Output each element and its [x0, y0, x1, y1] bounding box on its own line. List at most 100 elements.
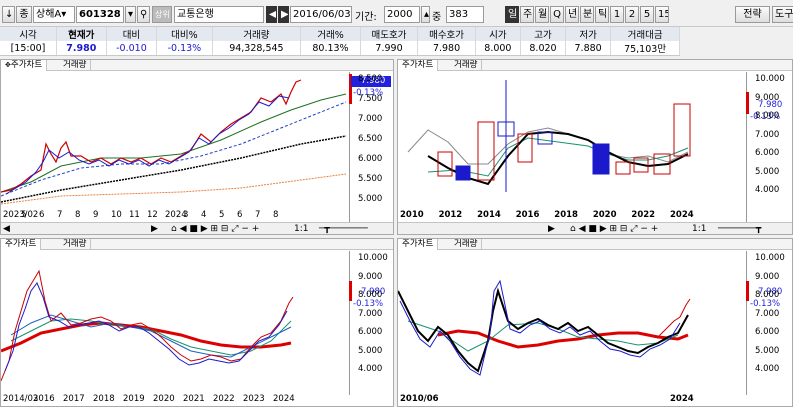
tab-price-chart[interactable]: ✥주가차트: [1, 60, 48, 71]
tab-volume[interactable]: 거래량: [59, 239, 92, 250]
date-value: 2016/06/03: [293, 9, 351, 20]
quote-value-cell: 75,103만: [610, 41, 680, 56]
timeframe-button[interactable]: 주: [520, 6, 534, 23]
tab-price-chart[interactable]: 주가차트: [1, 239, 42, 250]
zoom-ratio: 1:1: [692, 224, 707, 234]
scroll-right-icon[interactable]: ▶: [151, 223, 158, 234]
x-tick-label: 8: [273, 210, 279, 220]
y-tick-label: 10.000: [358, 253, 388, 263]
y-tick-label: 6.000: [358, 154, 383, 164]
x-tick-label: 2010/06: [400, 394, 439, 404]
x-tick-label: 7: [57, 210, 63, 220]
toolbar: ↓ 종 상해A▾ 601328 ▾ ⚲ 상위 교통은행 ◀ ▶ 2016/06/…: [0, 0, 793, 27]
zoom-slider[interactable]: ───────┳: [718, 223, 761, 234]
chart-panel-1[interactable]: ✥주가차트 거래량 7.980 -0.13% 8.500 7.500 7.000 6.…: [0, 59, 394, 235]
x-tick-label: 4: [201, 210, 207, 220]
y-axis-3: 7.980 -0.13% 10.000 9.000 8.000 7.000 6.000 5…: [349, 251, 393, 395]
tab-volume[interactable]: 거래량: [450, 60, 483, 71]
timeframe-button[interactable]: 2: [625, 6, 639, 23]
down-arrow-button[interactable]: ↓: [2, 6, 15, 23]
y-tick-label: 10.000: [755, 253, 785, 263]
period-input[interactable]: 2000: [384, 6, 420, 23]
chart-type-button[interactable]: 종: [16, 6, 32, 23]
panel-tabs: 주가차트 거래량: [398, 239, 792, 250]
y-tick-label: 8.000: [358, 290, 383, 301]
price-chart-plot[interactable]: [398, 72, 746, 222]
x-tick-label: 9: [93, 210, 99, 220]
quote-header-cell: 저가: [565, 27, 612, 41]
x-tick-label: 2022: [631, 210, 656, 220]
scroll-left-icon[interactable]: ◀: [3, 223, 10, 234]
tools-button[interactable]: 도구: [772, 6, 793, 23]
candle: [615, 161, 631, 175]
price-chart-plot[interactable]: [398, 251, 746, 395]
y-axis-2: 7.980 -0.13% 10.000 9.000 8.000 7.000 6.000 5…: [746, 72, 792, 222]
chart-panel-3[interactable]: 주가차트 거래량 7.980 -0.13% 10.000 9.000 8.000 7.…: [0, 238, 394, 407]
x-tick-label: 2022: [213, 394, 235, 404]
price-candles-down: [399, 279, 681, 376]
scroll-bar-2[interactable]: ▶ ⌂ ◀ ■ ▶ ⊞ ⊟ ⤢ − + 1:1 ───────┳: [398, 222, 792, 234]
timeframe-button[interactable]: 5: [640, 6, 654, 23]
x-axis-4: 2010/06 2024: [398, 394, 746, 406]
ma-long-line: [1, 173, 347, 205]
scroll-bar-1[interactable]: ◀ ▶ ⌂ ◀ ■ ▶ ⊞ ⊟ ⤢ − + 1:1 ─┳───────: [1, 222, 393, 234]
date-input[interactable]: 2016/06/03▾: [290, 6, 352, 23]
timeframe-button[interactable]: 15: [655, 6, 669, 23]
x-tick-label: 2020: [592, 210, 617, 220]
tab-price-chart[interactable]: 주가차트: [398, 239, 439, 250]
quote-header-row: 시각 현재가 대비 대비% 거래량 거래% 매도호가 매수호가 시가 고가 저가 거래대금: [0, 27, 680, 41]
x-tick-label: 2016: [515, 210, 540, 220]
x-tick-label: 2012: [438, 210, 463, 220]
timeframe-button[interactable]: 1: [610, 6, 624, 23]
prev-button[interactable]: ◀: [266, 6, 277, 23]
ma-20-line: [398, 287, 689, 373]
ma-120-line: [1, 101, 347, 197]
x-tick-label: 12: [147, 210, 158, 220]
timeframe-button[interactable]: 월: [535, 6, 549, 23]
y-tick-label: 5.000: [755, 345, 780, 356]
chart-panel-2[interactable]: 주가차트 거래량 7.980 -0.13% 10.000 9.000 8.000 7.…: [397, 59, 793, 235]
quote-value-cell: [15:00]: [0, 41, 57, 56]
count-input[interactable]: 383: [446, 6, 484, 23]
x-tick-label: 6: [39, 210, 45, 220]
price-chart-plot[interactable]: [1, 72, 349, 222]
tab-price-chart[interactable]: 주가차트: [398, 60, 439, 71]
timeframe-button[interactable]: 년: [565, 6, 579, 23]
next-button[interactable]: ▶: [278, 6, 289, 23]
x-axis-1: 2023/02 5 6 7 8 9 10 11 12 2024 3 4 5 6 7 8: [1, 210, 349, 222]
y-tick-label: 7.000: [755, 308, 780, 319]
period-spin-button[interactable]: ▴: [421, 6, 430, 23]
timeframe-button[interactable]: 분: [580, 6, 594, 23]
timeframe-button[interactable]: 틱: [595, 6, 609, 23]
y-tick-label: 9.000: [358, 271, 383, 282]
stock-code-input[interactable]: 601328: [76, 6, 124, 23]
timeframe-button[interactable]: Q: [550, 6, 564, 23]
price-candles-down: [5, 95, 290, 195]
y-tick-label: 7.000: [358, 308, 383, 319]
quote-value-cell: 7.880: [565, 41, 612, 56]
x-tick-label: 2019: [123, 394, 145, 404]
quote-header-cell: 거래량: [212, 27, 302, 41]
candle: [455, 165, 471, 181]
chart-controls[interactable]: ⌂ ◀ ■ ▶ ⊞ ⊟ ⤢ − +: [570, 223, 658, 234]
tab-volume[interactable]: 거래량: [59, 60, 92, 71]
scroll-right-icon[interactable]: ▶: [548, 223, 555, 234]
chart-panel-4[interactable]: 주가차트 거래량 7.980 -0.13% 10.000 9.000 8.000 7.…: [397, 238, 793, 407]
quote-header-cell: 고가: [520, 27, 567, 41]
timeframe-button[interactable]: 일: [505, 6, 519, 23]
tab-volume[interactable]: 거래량: [450, 239, 483, 250]
stock-name-field: 교통은행: [174, 6, 264, 23]
market-select[interactable]: 상해A▾: [33, 6, 75, 23]
chart-controls[interactable]: ⌂ ◀ ■ ▶ ⊞ ⊟ ⤢ − +: [171, 223, 259, 234]
search-icon[interactable]: ⚲: [137, 6, 150, 23]
tab-price-label: 주가차트: [10, 60, 43, 70]
code-dropdown-button[interactable]: ▾: [125, 6, 136, 23]
y-tick-label: 4.000: [358, 364, 383, 375]
quote-value-cell: 7.990: [360, 41, 419, 56]
x-tick-label: 5: [21, 210, 27, 220]
strategy-button[interactable]: 전략: [735, 6, 770, 23]
y-tick-label: 5.000: [358, 194, 383, 204]
zoom-slider[interactable]: ─┳───────: [319, 223, 368, 234]
price-chart-plot[interactable]: [1, 251, 349, 395]
quote-header-cell: 시각: [0, 27, 57, 41]
